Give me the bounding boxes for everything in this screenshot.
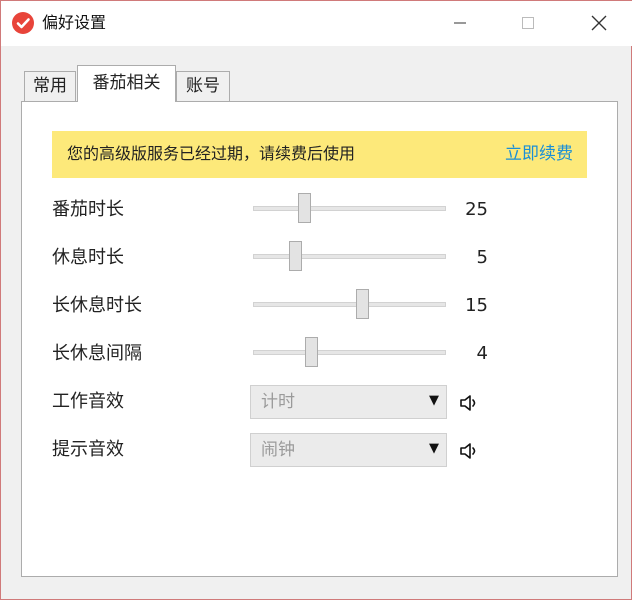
alert-sound-select[interactable]: 闹钟 ▼ xyxy=(250,433,447,467)
expired-notice-banner: 您的高级版服务已经过期，请续费后使用 立即续费 xyxy=(52,131,587,178)
slider-thumb[interactable] xyxy=(356,289,369,319)
long-break-duration-label: 长休息时长 xyxy=(52,295,142,316)
dropdown-arrow-icon: ▼ xyxy=(429,441,439,456)
close-icon xyxy=(591,15,607,31)
pomodoro-duration-slider[interactable] xyxy=(253,193,446,223)
title-bar: 偏好设置 xyxy=(1,1,633,46)
minimize-button[interactable] xyxy=(437,1,483,45)
window-title: 偏好设置 xyxy=(42,13,107,32)
renew-link[interactable]: 立即续费 xyxy=(505,143,573,165)
slider-track xyxy=(253,302,446,307)
long-break-duration-value: 15 xyxy=(465,295,488,316)
app-check-icon xyxy=(12,12,34,34)
break-duration-slider[interactable] xyxy=(253,241,446,271)
tab-pomodoro[interactable]: 番茄相关 xyxy=(77,65,176,102)
alert-sound-value: 闹钟 xyxy=(261,440,295,460)
slider-thumb[interactable] xyxy=(289,241,302,271)
maximize-button[interactable] xyxy=(505,1,551,45)
long-break-interval-slider[interactable] xyxy=(253,337,446,367)
slider-track xyxy=(253,254,446,259)
close-button[interactable] xyxy=(576,1,622,45)
tab-account[interactable]: 账号 xyxy=(176,71,230,101)
slider-track xyxy=(253,206,446,211)
alert-sound-speaker-icon[interactable] xyxy=(459,441,481,461)
work-sound-label: 工作音效 xyxy=(52,391,124,412)
notice-text: 您的高级版服务已经过期，请续费后使用 xyxy=(67,144,356,163)
alert-sound-label: 提示音效 xyxy=(52,439,124,460)
dropdown-arrow-icon: ▼ xyxy=(429,393,439,408)
slider-thumb[interactable] xyxy=(305,337,318,367)
long-break-interval-value: 4 xyxy=(476,343,488,364)
break-duration-label: 休息时长 xyxy=(52,247,124,268)
tab-general[interactable]: 常用 xyxy=(24,71,76,101)
minimize-icon xyxy=(454,22,466,24)
break-duration-value: 5 xyxy=(476,247,488,268)
pomodoro-duration-value: 25 xyxy=(465,199,488,220)
slider-thumb[interactable] xyxy=(298,193,311,223)
slider-track xyxy=(253,350,446,355)
preferences-window: 偏好设置 常用 番茄相关 账号 您的高级版服务已经过期，请续费后使用 立即续费 … xyxy=(0,0,633,600)
work-sound-speaker-icon[interactable] xyxy=(459,393,481,413)
long-break-interval-label: 长休息间隔 xyxy=(52,343,142,364)
pomodoro-duration-label: 番茄时长 xyxy=(52,199,124,220)
long-break-duration-slider[interactable] xyxy=(253,289,446,319)
work-sound-value: 计时 xyxy=(261,392,295,412)
maximize-icon xyxy=(522,17,534,29)
work-sound-select[interactable]: 计时 ▼ xyxy=(250,385,447,419)
